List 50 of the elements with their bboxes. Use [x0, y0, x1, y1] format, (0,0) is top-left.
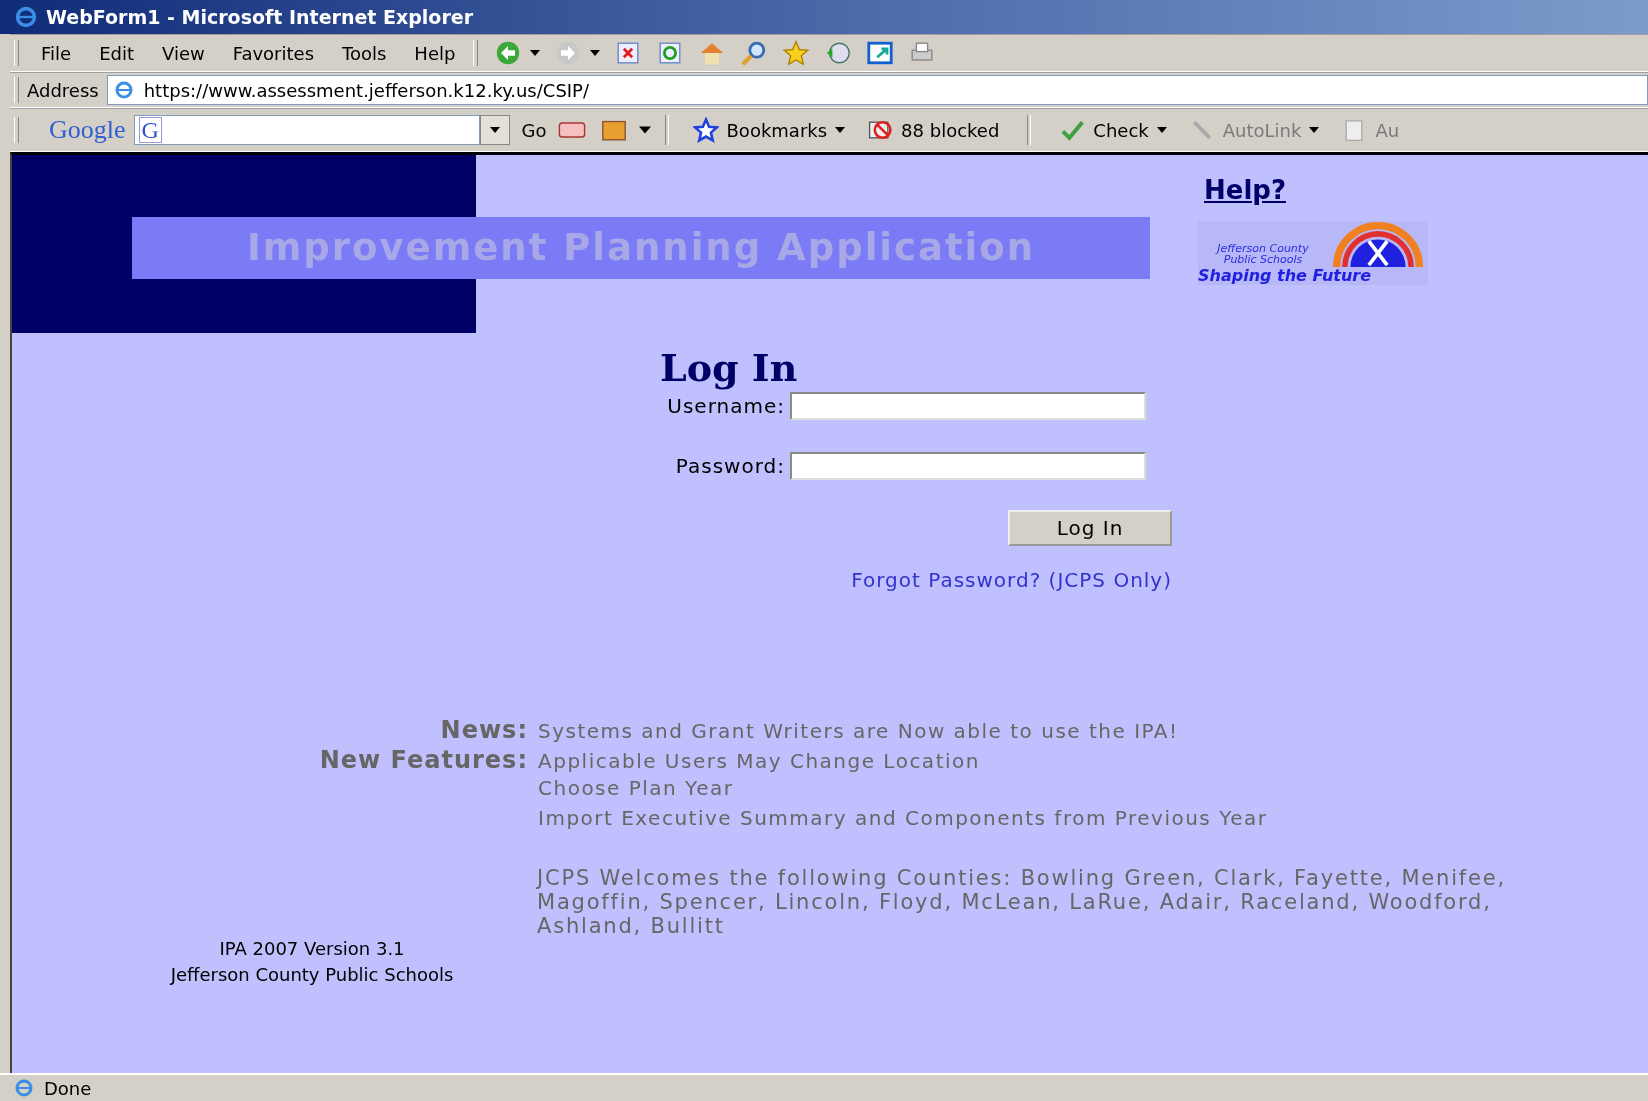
page-icon — [14, 1078, 34, 1098]
district-logo: Jefferson County Public Schools Shaping the Future — [1198, 221, 1428, 285]
footer-text: Jefferson County Public Schools — [170, 963, 454, 987]
toolbar-button[interactable]: Check — [1059, 117, 1167, 143]
news-text: Systems and Grant Writers are Now able to use the IPA! — [538, 719, 1179, 743]
toolbar-logo: Google — [49, 115, 126, 145]
menu-item[interactable]: Favorites — [218, 42, 328, 64]
star-icon[interactable] — [782, 39, 811, 67]
news-label: News: — [439, 716, 529, 744]
star-icon — [692, 117, 719, 143]
toolbar-button[interactable]: 88 blocked — [867, 117, 1000, 143]
caret-icon[interactable] — [530, 50, 541, 56]
go-button[interactable]: Go — [521, 119, 547, 141]
window-icon[interactable] — [866, 39, 895, 67]
page-icon — [113, 80, 134, 100]
window-title: WebForm1 - Microsoft Internet Explorer — [46, 6, 474, 28]
input-field[interactable] — [790, 452, 1146, 480]
menu-item[interactable]: View — [148, 42, 219, 64]
help-link[interactable]: Help? — [1204, 175, 1286, 205]
caret-icon — [835, 127, 846, 133]
menu-item[interactable]: Tools — [328, 42, 401, 64]
search-engine-glyph: G — [138, 117, 162, 143]
caret-icon — [1156, 127, 1167, 133]
news-text: Import Executive Summary and Components from Previous Year — [538, 806, 1268, 830]
menu-item[interactable]: Edit — [85, 42, 148, 64]
caret-icon — [489, 127, 500, 133]
news-label: New Features: — [318, 746, 529, 774]
address-value: https://www.assessment.jefferson.k12.ky.us/CSIP/ — [143, 79, 590, 101]
menu-item[interactable]: Help — [400, 42, 470, 64]
field-label: Username: — [667, 394, 785, 418]
caret-icon[interactable] — [638, 126, 651, 134]
login-heading: Log In — [660, 345, 798, 390]
news-text: Choose Plan Year — [538, 776, 734, 800]
field-label: Password: — [675, 454, 785, 478]
welcome-text: JCPS Welcomes the following Counties: Bowling Green, Clark, Fayette, Menifee, Magoffin, Spencer, Lincoln, Floyd, McLean, LaRue, Adair, Raceland, Woodford, Ashland, Bullitt — [537, 866, 1507, 940]
toolbar-button[interactable]: Bookmarks — [692, 117, 846, 143]
search-field[interactable]: G — [133, 115, 480, 145]
footer-text: IPA 2007 Version 3.1 — [219, 937, 405, 961]
status-text: Done — [44, 1077, 92, 1099]
browser-icon — [14, 5, 38, 29]
forgot-password-link[interactable]: Forgot Password? (JCPS Only) — [851, 568, 1172, 592]
login-button[interactable]: Log In — [1008, 510, 1172, 546]
caret-icon — [1309, 127, 1320, 133]
address-field[interactable]: https://www.assessment.jefferson.k12.ky.us/CSIP/ — [106, 75, 1648, 105]
caret-icon[interactable] — [590, 50, 601, 56]
address-label: Address — [27, 79, 100, 101]
input-field[interactable] — [790, 392, 1146, 420]
menu-item[interactable]: File — [27, 42, 86, 64]
dropdown-button[interactable] — [479, 115, 510, 145]
news-text: Applicable Users May Change Location — [538, 749, 980, 773]
